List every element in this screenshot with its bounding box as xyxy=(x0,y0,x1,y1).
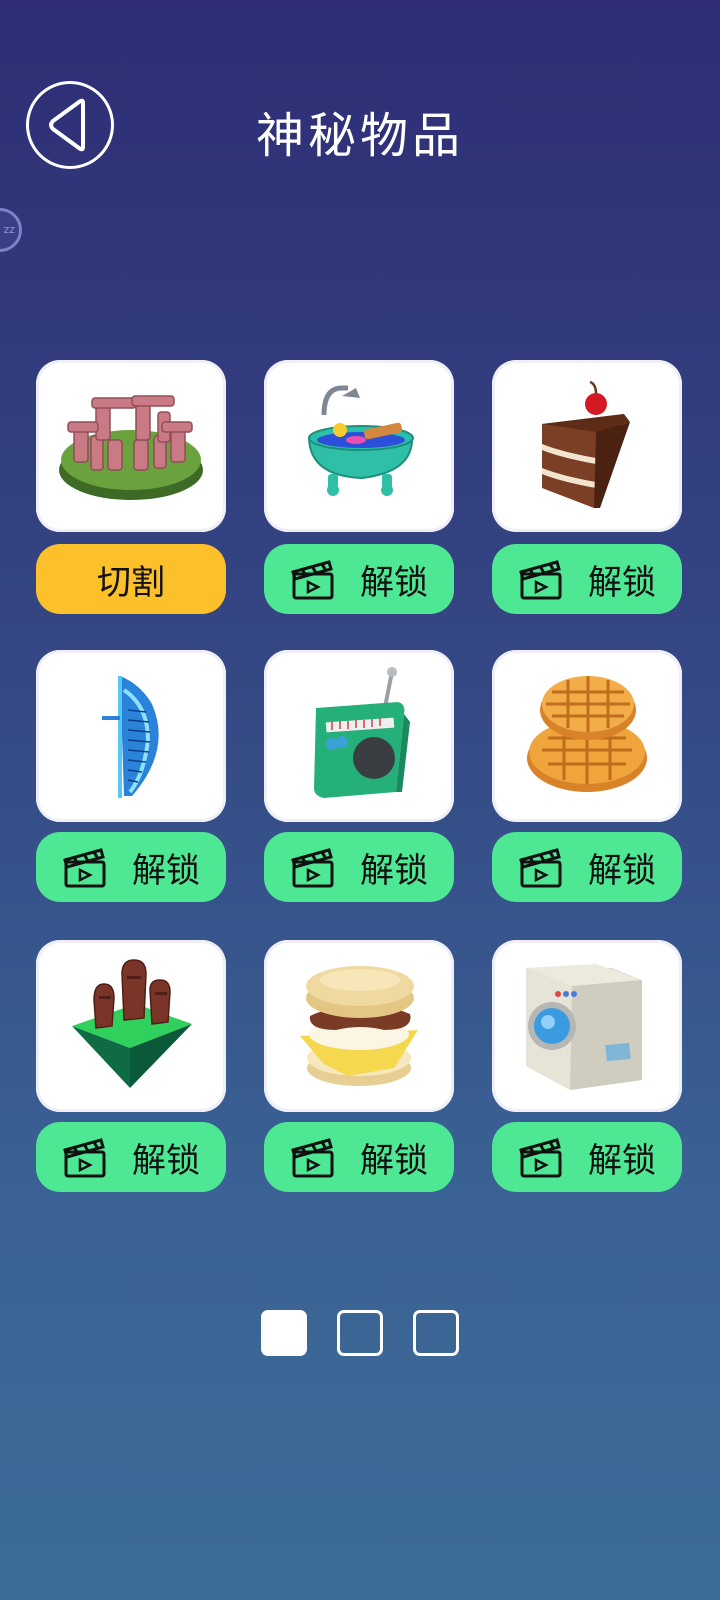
page-indicator xyxy=(0,1310,720,1356)
unlock-button-label: 解锁 xyxy=(588,562,656,603)
video-clapperboard-icon xyxy=(291,560,334,600)
unlock-button-label: 解锁 xyxy=(132,850,200,891)
video-clapperboard-icon xyxy=(519,1138,562,1178)
cut-button[interactable]: 切割 xyxy=(36,544,226,614)
unlock-button-label: 解锁 xyxy=(360,1140,428,1181)
unlock-button-label: 解锁 xyxy=(588,1140,656,1181)
radio-image xyxy=(314,667,410,798)
item-card-waffles[interactable] xyxy=(492,650,682,822)
burj-al-arab-image xyxy=(102,676,159,798)
washing-machine-image xyxy=(526,964,642,1090)
unlock-button-label: 解锁 xyxy=(588,850,656,891)
page-dot-1[interactable] xyxy=(261,1310,307,1356)
item-card-washing-machine[interactable] xyxy=(492,940,682,1112)
bathtub-image xyxy=(307,385,414,496)
unlock-button[interactable]: 解锁 xyxy=(36,1122,226,1192)
cut-button-label: 切割 xyxy=(97,562,165,603)
item-card-moai[interactable] xyxy=(36,940,226,1112)
item-card-breakfast-sandwich[interactable] xyxy=(264,940,454,1112)
unlock-button[interactable]: 解锁 xyxy=(264,1122,454,1192)
unlock-button-label: 解锁 xyxy=(360,850,428,891)
item-card-stonehenge[interactable] xyxy=(36,360,226,532)
waffles-image xyxy=(527,676,647,792)
page-dot-3[interactable] xyxy=(413,1310,459,1356)
video-clapperboard-icon xyxy=(63,1138,106,1178)
unlock-button-label: 解锁 xyxy=(360,562,428,603)
video-clapperboard-icon xyxy=(63,848,106,888)
item-card-bathtub[interactable] xyxy=(264,360,454,532)
unlock-button-label: 解锁 xyxy=(132,1140,200,1181)
unlock-button[interactable]: 解锁 xyxy=(492,832,682,902)
unlock-button[interactable]: 解锁 xyxy=(492,544,682,614)
item-card-radio[interactable] xyxy=(264,650,454,822)
unlock-button[interactable]: 解锁 xyxy=(264,544,454,614)
unlock-button[interactable]: 解锁 xyxy=(492,1122,682,1192)
video-clapperboard-icon xyxy=(519,848,562,888)
page-title: 神秘物品 xyxy=(255,108,464,164)
video-clapperboard-icon xyxy=(519,560,562,600)
item-card-burj-al-arab[interactable] xyxy=(36,650,226,822)
moai-image xyxy=(72,959,192,1088)
video-clapperboard-icon xyxy=(291,848,334,888)
breakfast-sandwich-image xyxy=(300,966,418,1086)
unlock-button[interactable]: 解锁 xyxy=(264,832,454,902)
page-dot-2[interactable] xyxy=(337,1310,383,1356)
side-badge[interactable]: zz xyxy=(0,208,22,252)
stonehenge-image xyxy=(59,395,203,500)
cake-slice-image xyxy=(542,380,630,508)
unlock-button[interactable]: 解锁 xyxy=(36,832,226,902)
video-clapperboard-icon xyxy=(291,1138,334,1178)
item-card-cake-slice[interactable] xyxy=(492,360,682,532)
